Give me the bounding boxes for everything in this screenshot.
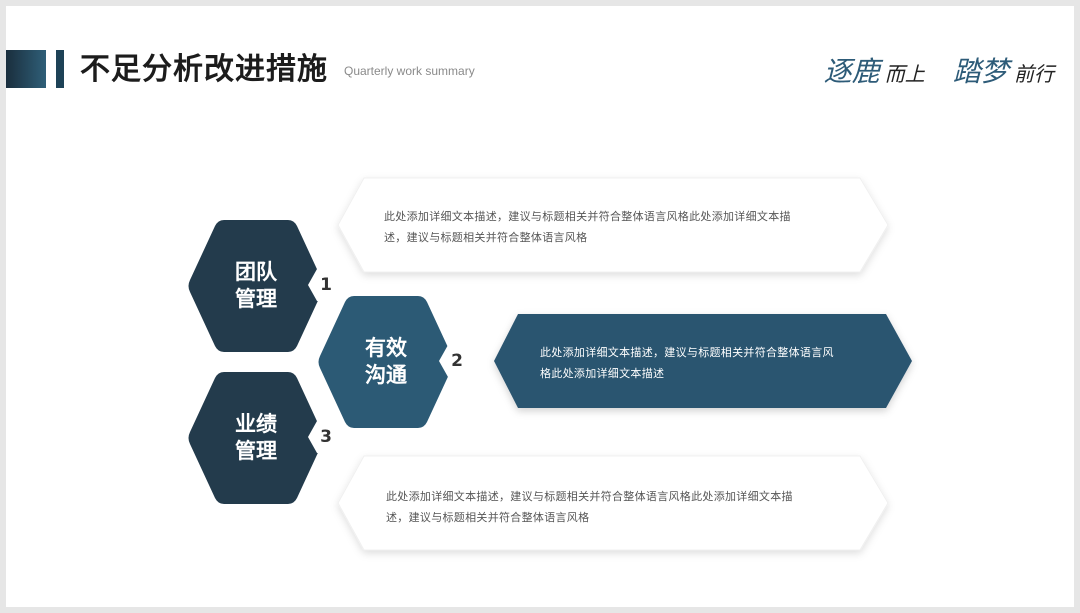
number-badge-3: 3	[307, 420, 345, 454]
hexagon-2-label-line2: 沟通	[365, 363, 407, 387]
number-badge-3-value: 3	[320, 427, 332, 447]
number-badge-2-value: 2	[451, 351, 463, 371]
card-1-text-line2: 述，建议与标题相关并符合整体语言风格	[384, 231, 588, 244]
text-card-1: 此处添加详细文本描述，建议与标题相关并符合整体语言风格此处添加详细文本描 述，建…	[336, 176, 890, 274]
hexagon-3-label-line2: 管理	[235, 439, 277, 463]
hexagon-1-label-line2: 管理	[235, 287, 277, 311]
hexagon-2-label-line1: 有效	[365, 336, 407, 360]
card-3-text-line1: 此处添加详细文本描述，建议与标题相关并符合整体语言风格此处添加详细文本描	[386, 490, 793, 503]
card-2-text-line1: 此处添加详细文本描述，建议与标题相关并符合整体语言风	[540, 346, 834, 359]
slogan: 逐鹿 而上 踏梦 前行	[824, 50, 1054, 88]
text-card-2: 此处添加详细文本描述，建议与标题相关并符合整体语言风 格此处添加详细文本描述	[492, 312, 914, 410]
title-accent-block	[6, 50, 46, 88]
text-card-3: 此处添加详细文本描述，建议与标题相关并符合整体语言风格此处添加详细文本描 述，建…	[336, 454, 890, 552]
hexagon-1-label-line1: 团队	[235, 260, 277, 284]
page-subtitle: Quarterly work summary	[344, 64, 475, 78]
slogan-part2-small: 前行	[1014, 62, 1054, 86]
slide: 不足分析改进措施 Quarterly work summary 逐鹿 而上 踏梦…	[6, 6, 1074, 607]
slogan-part1-big: 逐鹿	[823, 55, 880, 88]
hexagon-3-label-line1: 业绩	[235, 412, 277, 436]
page-title: 不足分析改进措施	[80, 52, 328, 87]
number-badge-2: 2	[438, 344, 476, 378]
slogan-part2-big: 踏梦	[952, 55, 1009, 88]
slogan-part1-small: 而上	[884, 62, 925, 86]
number-badge-1: 1	[307, 268, 345, 302]
card-2-text-line2: 格此处添加详细文本描述	[540, 367, 665, 380]
title-accent-strip	[56, 50, 64, 88]
card-1-text-line1: 此处添加详细文本描述，建议与标题相关并符合整体语言风格此处添加详细文本描	[384, 210, 791, 223]
number-badge-1-value: 1	[320, 275, 332, 295]
card-3-text-line2: 述，建议与标题相关并符合整体语言风格	[386, 511, 590, 524]
